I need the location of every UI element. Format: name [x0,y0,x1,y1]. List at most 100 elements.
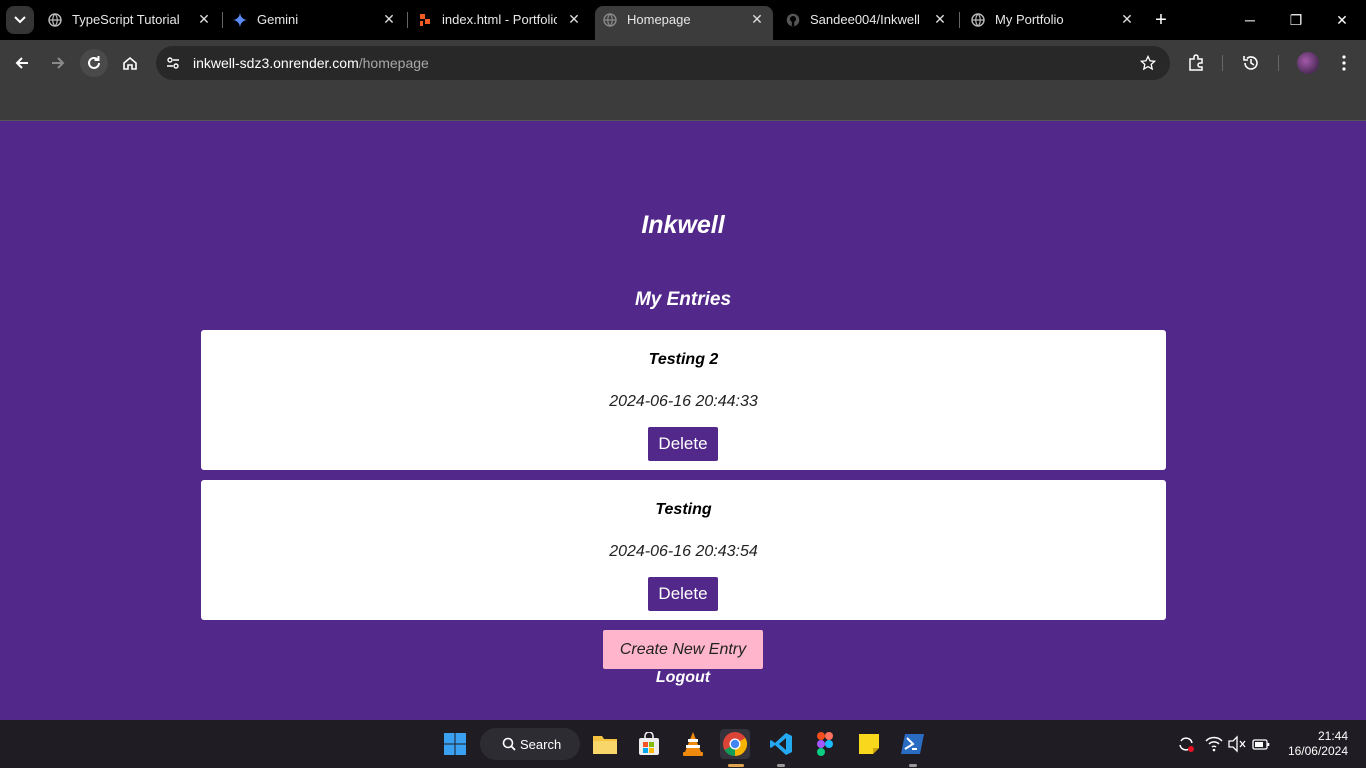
chevron-down-icon [14,16,26,24]
tab-my-portfolio[interactable]: My Portfolio ✕ [963,0,1143,40]
reload-icon [88,56,100,69]
clock-time: 21:44 [1317,729,1348,743]
figma-button[interactable] [810,729,840,759]
sync-icon[interactable] [1177,735,1195,753]
reload-button[interactable] [80,49,108,77]
figma-like-icon [420,14,430,26]
clock[interactable]: 21:44 16/06/2024 [1286,729,1348,759]
tab-separator [959,12,960,28]
chrome-button[interactable] [720,729,750,759]
brand-title: Inkwell [641,211,725,239]
forward-button[interactable] [44,49,72,77]
wifi-icon[interactable] [1205,735,1223,753]
tab-github-inkwell[interactable]: Sandee004/Inkwell ✕ [778,0,956,40]
tab-label: My Portfolio [995,12,1064,27]
tab-typescript-tutorial[interactable]: TypeScript Tutorial ✕ [40,0,220,40]
window-close-icon[interactable]: ✕ [1330,8,1354,32]
microsoft-store-button[interactable] [634,729,664,759]
home-button[interactable] [116,49,144,77]
tab-label: Gemini [257,12,299,27]
site-info-icon[interactable] [166,56,180,70]
close-icon[interactable]: ✕ [196,11,212,27]
chrome-icon [723,732,748,756]
entry-title[interactable]: Testing 2 [201,351,1166,369]
vlc-button[interactable] [678,729,708,759]
active-app-indicator [728,764,744,767]
entry-card: Testing 2024-06-16 20:43:54 Delete [201,480,1166,620]
delete-button[interactable]: Delete [648,577,718,611]
minimize-icon[interactable]: ─ [1238,8,1262,32]
store-bag-icon [639,732,659,755]
start-button[interactable] [440,729,470,759]
close-icon[interactable]: ✕ [381,11,397,27]
powershell-icon [901,734,924,754]
page-content: Inkwell My Entries Testing 2 2024-06-16 … [0,121,1366,720]
taskbar: Search 21:44 16/06/2024 [0,720,1366,768]
home-icon [123,56,137,70]
star-icon[interactable] [1140,55,1156,71]
gemini-star-icon [233,13,247,27]
tab-search-button[interactable] [6,6,34,34]
toolbar-separator [1222,55,1223,71]
globe-icon [48,13,62,27]
globe-icon [971,13,985,27]
url-path: /homepage [358,55,429,71]
running-app-indicator [777,764,785,767]
windows-logo-icon [444,733,466,755]
kebab-menu-icon [1342,55,1346,71]
entry-date: 2024-06-16 20:43:54 [609,543,758,560]
tab-label: index.html - Portfolio [442,12,557,27]
close-icon[interactable]: ✕ [1119,11,1135,27]
file-explorer-button[interactable] [590,729,620,759]
puzzle-icon [1189,54,1203,71]
powershell-button[interactable] [898,729,928,759]
url-host: inkwell-sdz3.onrender.com [193,55,359,71]
tab-gemini[interactable]: Gemini ✕ [225,0,405,40]
create-new-entry-button[interactable]: Create New Entry [603,630,763,669]
clock-date: 16/06/2024 [1287,744,1348,758]
sticky-notes-button[interactable] [854,729,884,759]
close-icon[interactable]: ✕ [566,11,582,27]
avatar [1297,52,1319,74]
delete-button[interactable]: Delete [648,427,718,461]
tab-index-html-portfolio[interactable]: index.html - Portfolio ✕ [410,0,590,40]
address-bar[interactable]: inkwell-sdz3.onrender.com/homepage [156,46,1170,80]
new-tab-button[interactable]: + [1150,9,1172,31]
browser-tab-strip: TypeScript Tutorial ✕ Gemini ✕ index.htm… [0,0,1366,40]
entry-title[interactable]: Testing [201,501,1166,519]
github-icon [786,13,800,27]
history-icon [1243,56,1258,70]
taskbar-search[interactable]: Search [480,728,580,760]
logout-link[interactable]: Logout [0,669,1366,687]
my-entries-heading: My Entries [634,289,732,310]
folder-icon [593,736,617,754]
tab-separator [222,12,223,28]
back-button[interactable] [8,49,36,77]
tab-label: TypeScript Tutorial [72,12,180,27]
profile-button[interactable] [1294,49,1322,77]
close-icon[interactable]: ✕ [932,11,948,27]
bookmarks-bar [0,86,1366,121]
entry-card: Testing 2 2024-06-16 20:44:33 Delete [201,330,1166,470]
vscode-icon [770,733,792,755]
sticky-note-icon [859,734,879,754]
history-button[interactable] [1237,49,1265,77]
extensions-button[interactable] [1182,49,1210,77]
vscode-button[interactable] [766,729,796,759]
volume-muted-icon[interactable] [1228,735,1246,753]
vlc-cone-icon [683,732,703,756]
arrow-right-icon [52,57,65,69]
tab-homepage[interactable]: Homepage ✕ [595,6,773,40]
close-icon[interactable]: ✕ [749,11,765,27]
tab-label: Sandee004/Inkwell [810,12,920,27]
address-url: inkwell-sdz3.onrender.com/homepage [193,55,429,71]
globe-icon [603,13,617,27]
entry-date: 2024-06-16 20:44:33 [609,393,758,410]
browser-menu-button[interactable] [1330,49,1358,77]
restore-icon[interactable]: ❐ [1284,8,1308,32]
browser-toolbar: inkwell-sdz3.onrender.com/homepage [0,40,1366,86]
figma-icon [817,732,833,756]
battery-icon[interactable] [1252,735,1270,753]
running-app-indicator [909,764,917,767]
tab-separator [407,12,408,28]
